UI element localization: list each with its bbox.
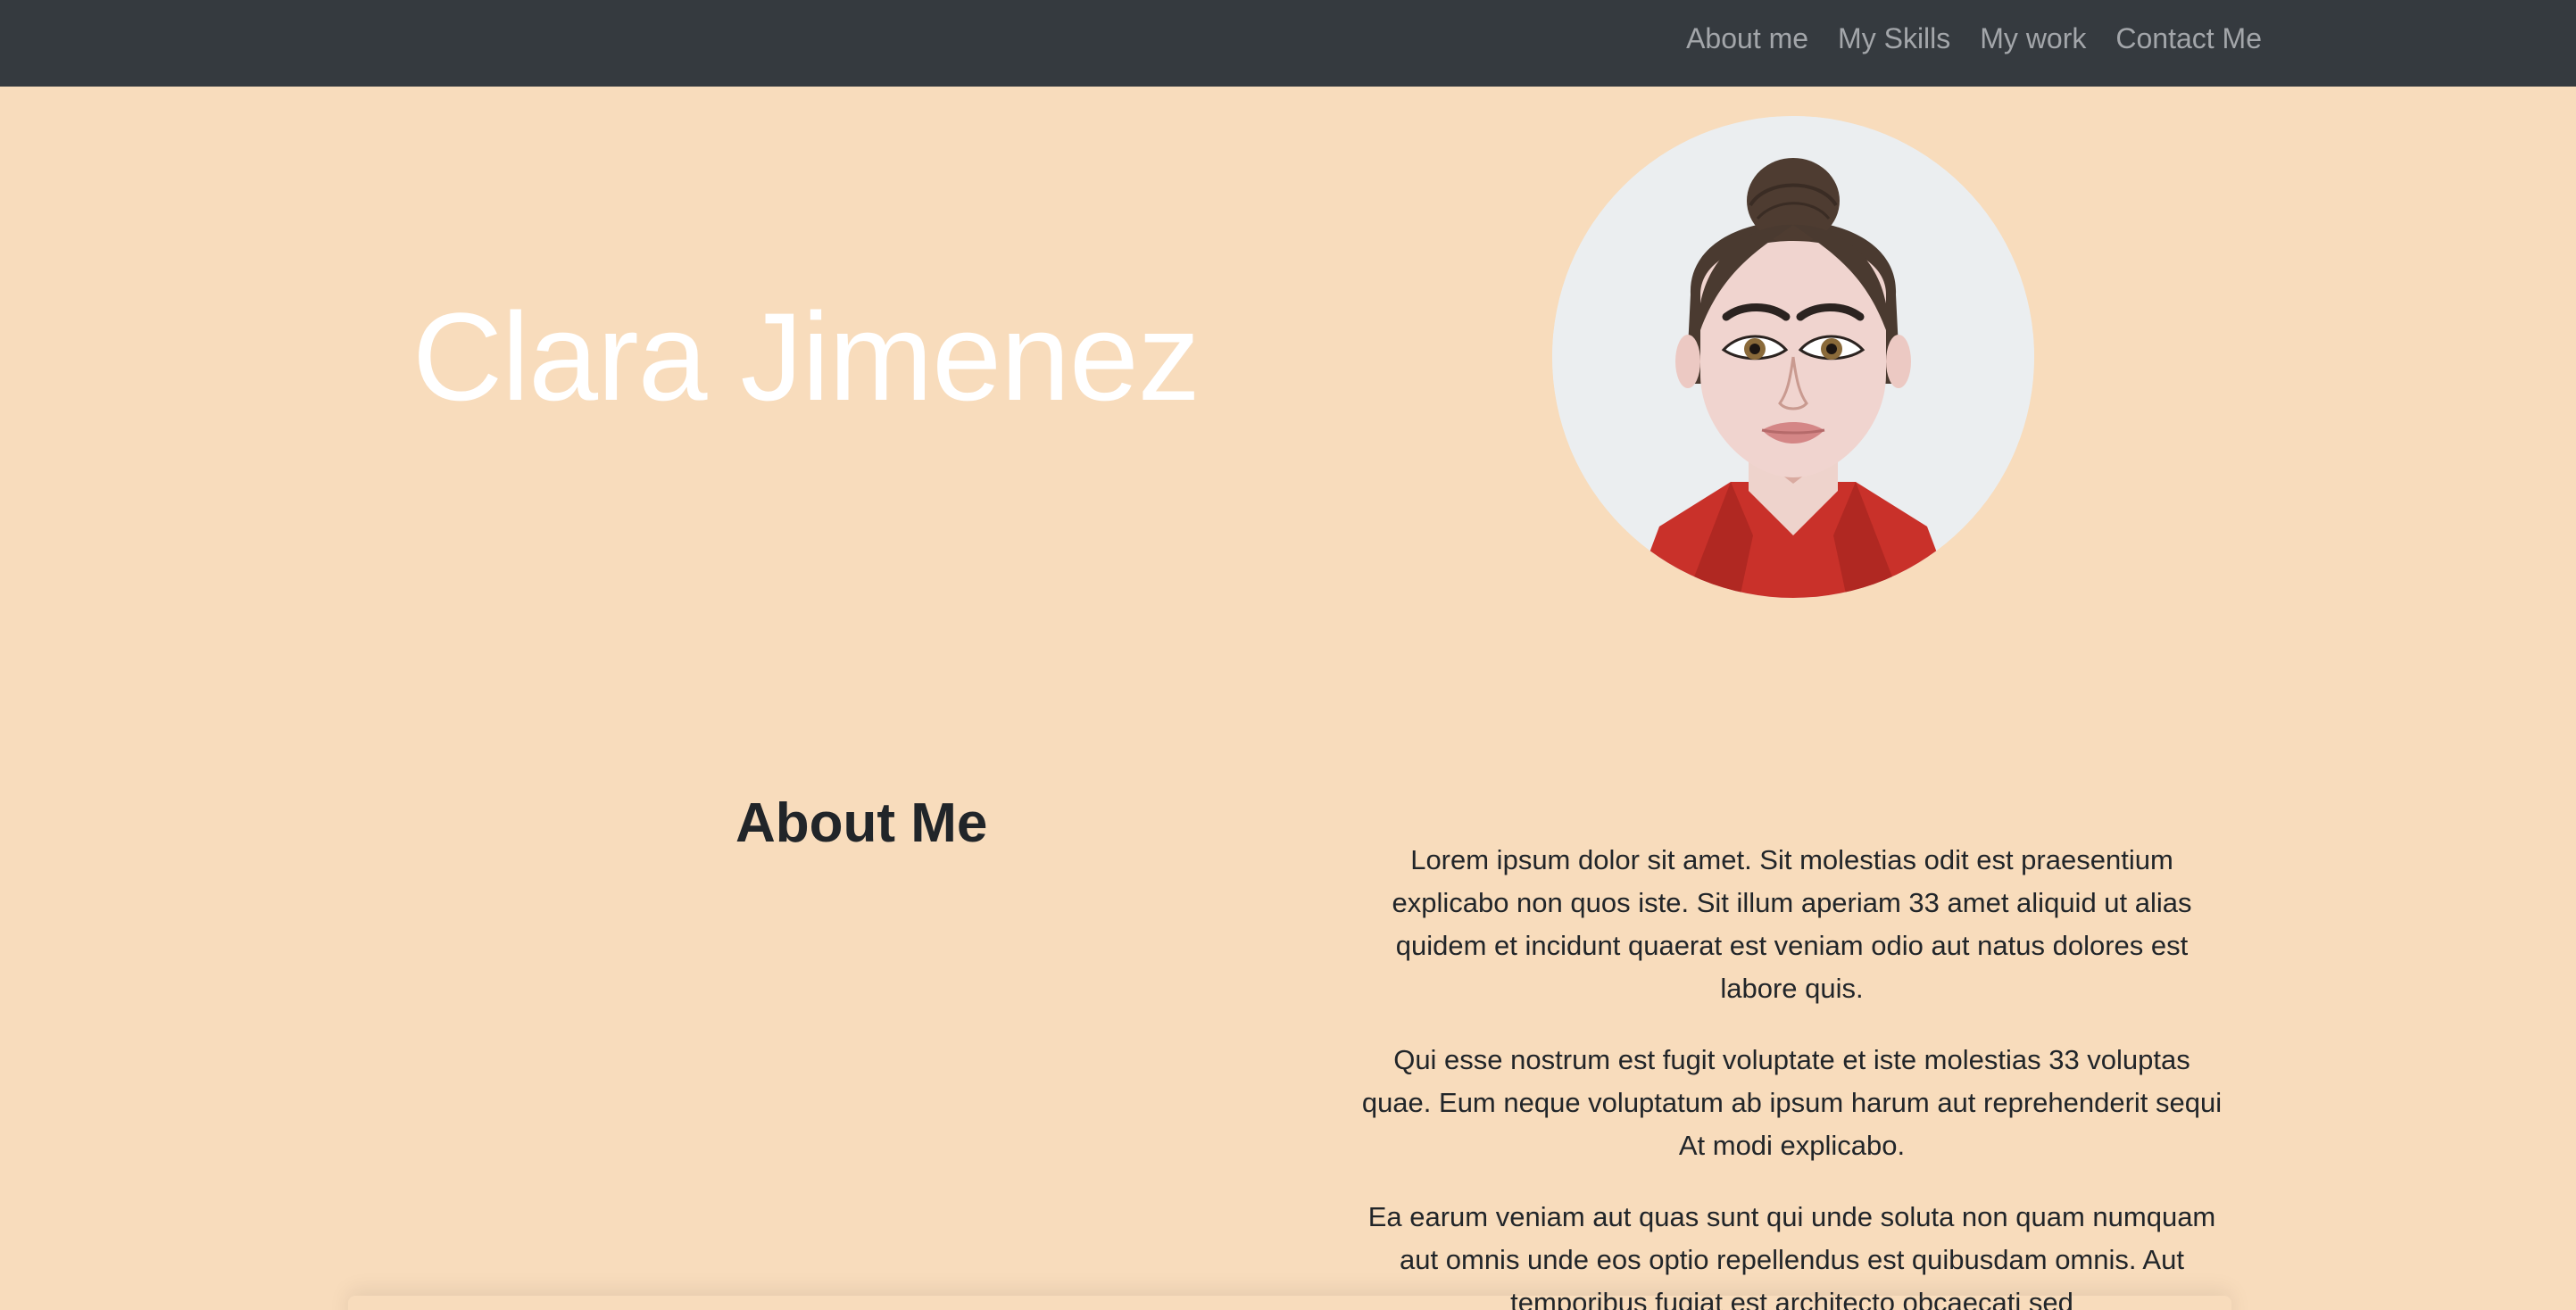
nav-link-my-work[interactable]: My work	[1980, 22, 2086, 55]
about-paragraph: Qui esse nostrum est fugit voluptate et …	[1361, 1044, 2223, 1161]
profile-avatar	[1552, 116, 2034, 598]
nav-link-contact-me[interactable]: Contact Me	[2115, 22, 2262, 55]
avatar-illustration	[1552, 116, 2034, 598]
about-title: About Me	[735, 792, 988, 854]
top-navbar: About me My Skills My work Contact Me	[0, 0, 2576, 87]
hero-name: Clara Jimenez	[412, 286, 1201, 427]
about-paragraph: Ea earum veniam aut quas sunt qui unde s…	[1367, 1201, 2216, 1310]
nav-link-about-me[interactable]: About me	[1686, 22, 1808, 55]
about-text: Lorem ipsum dolor sit amet. Sit molestia…	[1361, 839, 2223, 1310]
about-paragraph: Lorem ipsum dolor sit amet. Sit molestia…	[1392, 844, 2192, 1004]
nav-links: About me My Skills My work Contact Me	[1686, 0, 2262, 77]
nav-link-my-skills[interactable]: My Skills	[1838, 22, 1950, 55]
